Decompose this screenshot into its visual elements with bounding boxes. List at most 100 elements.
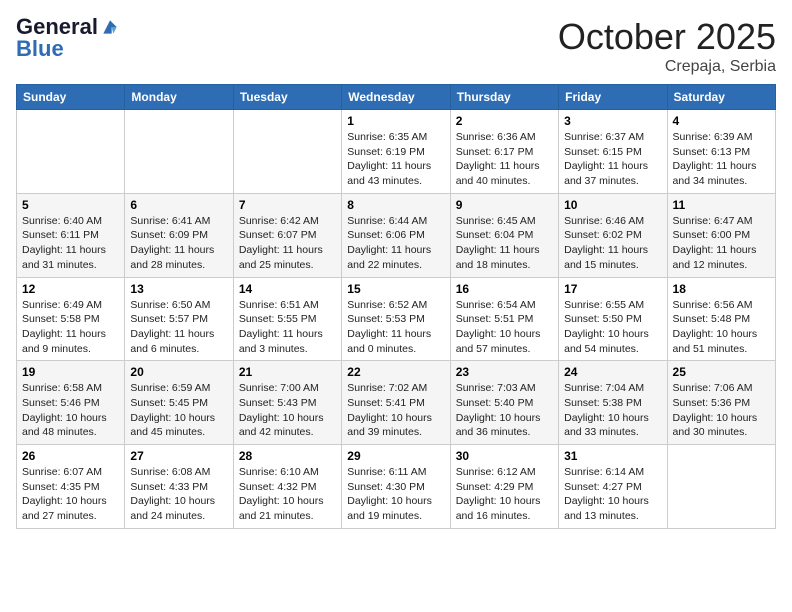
day-info: Sunrise: 6:58 AMSunset: 5:46 PMDaylight:… [22,381,119,440]
day-info: Sunrise: 6:12 AMSunset: 4:29 PMDaylight:… [456,465,553,524]
calendar-cell: 10 Sunrise: 6:46 AMSunset: 6:02 PMDayligh… [559,193,667,277]
calendar-cell: 12 Sunrise: 6:49 AMSunset: 5:58 PMDayligh… [17,277,125,361]
day-info: Sunrise: 6:56 AMSunset: 5:48 PMDaylight:… [673,298,770,357]
day-info: Sunrise: 6:42 AMSunset: 6:07 PMDaylight:… [239,214,336,273]
calendar-body: 1 Sunrise: 6:35 AMSunset: 6:19 PMDaylight… [17,110,776,529]
day-info: Sunrise: 7:03 AMSunset: 5:40 PMDaylight:… [456,381,553,440]
calendar-cell [125,110,233,194]
calendar-week-1: 1 Sunrise: 6:35 AMSunset: 6:19 PMDaylight… [17,110,776,194]
logo-text-blue: Blue [16,38,64,60]
calendar-cell: 29 Sunrise: 6:11 AMSunset: 4:30 PMDayligh… [342,445,450,529]
weekday-header-monday: Monday [125,85,233,110]
calendar-cell: 22Sunrise: 7:02 AMSunset: 5:41 PMDayligh… [342,361,450,445]
calendar-cell: 19Sunrise: 6:58 AMSunset: 5:46 PMDayligh… [17,361,125,445]
calendar-cell: 3 Sunrise: 6:37 AMSunset: 6:15 PMDaylight… [559,110,667,194]
day-info: Sunrise: 6:59 AMSunset: 5:45 PMDaylight:… [130,381,227,440]
calendar-cell [17,110,125,194]
day-number: 14 [239,282,336,296]
calendar-cell [667,445,775,529]
day-number: 31 [564,449,661,463]
day-info: Sunrise: 6:37 AMSunset: 6:15 PMDaylight:… [564,130,661,189]
day-info: Sunrise: 7:04 AMSunset: 5:38 PMDaylight:… [564,381,661,440]
calendar-cell: 2Sunrise: 6:36 AMSunset: 6:17 PMDaylight… [450,110,558,194]
calendar-cell: 5 Sunrise: 6:40 AMSunset: 6:11 PMDaylight… [17,193,125,277]
calendar-cell: 13Sunrise: 6:50 AMSunset: 5:57 PMDayligh… [125,277,233,361]
day-number: 7 [239,198,336,212]
weekday-header-wednesday: Wednesday [342,85,450,110]
calendar-cell: 14 Sunrise: 6:51 AMSunset: 5:55 PMDayligh… [233,277,341,361]
day-info: Sunrise: 7:02 AMSunset: 5:41 PMDaylight:… [347,381,444,440]
day-info: Sunrise: 6:55 AMSunset: 5:50 PMDaylight:… [564,298,661,357]
month-title: October 2025 [558,16,776,58]
day-number: 1 [347,114,444,128]
logo-icon [100,17,120,37]
calendar-cell: 6 Sunrise: 6:41 AMSunset: 6:09 PMDaylight… [125,193,233,277]
weekday-header-saturday: Saturday [667,85,775,110]
day-number: 23 [456,365,553,379]
day-info: Sunrise: 6:39 AMSunset: 6:13 PMDaylight:… [673,130,770,189]
day-number: 16 [456,282,553,296]
day-number: 3 [564,114,661,128]
calendar-cell: 4 Sunrise: 6:39 AMSunset: 6:13 PMDaylight… [667,110,775,194]
day-info: Sunrise: 6:46 AMSunset: 6:02 PMDaylight:… [564,214,661,273]
logo-text-general: General [16,16,98,38]
day-number: 21 [239,365,336,379]
day-info: Sunrise: 6:08 AMSunset: 4:33 PMDaylight:… [130,465,227,524]
day-info: Sunrise: 6:07 AMSunset: 4:35 PMDaylight:… [22,465,119,524]
location: Crepaja, Serbia [558,58,776,76]
day-number: 5 [22,198,119,212]
day-number: 2 [456,114,553,128]
calendar-cell [233,110,341,194]
logo: General Blue [16,16,120,60]
calendar-header-row: SundayMondayTuesdayWednesdayThursdayFrid… [17,85,776,110]
day-info: Sunrise: 6:51 AMSunset: 5:55 PMDaylight:… [239,298,336,357]
calendar-cell: 1 Sunrise: 6:35 AMSunset: 6:19 PMDaylight… [342,110,450,194]
weekday-header-tuesday: Tuesday [233,85,341,110]
day-number: 4 [673,114,770,128]
day-info: Sunrise: 6:50 AMSunset: 5:57 PMDaylight:… [130,298,227,357]
calendar-cell: 20Sunrise: 6:59 AMSunset: 5:45 PMDayligh… [125,361,233,445]
weekday-header-thursday: Thursday [450,85,558,110]
day-number: 29 [347,449,444,463]
day-info: Sunrise: 6:54 AMSunset: 5:51 PMDaylight:… [456,298,553,357]
day-number: 18 [673,282,770,296]
day-number: 27 [130,449,227,463]
calendar-cell: 26Sunrise: 6:07 AMSunset: 4:35 PMDayligh… [17,445,125,529]
day-number: 9 [456,198,553,212]
day-number: 8 [347,198,444,212]
day-info: Sunrise: 7:06 AMSunset: 5:36 PMDaylight:… [673,381,770,440]
day-info: Sunrise: 6:35 AMSunset: 6:19 PMDaylight:… [347,130,444,189]
day-number: 17 [564,282,661,296]
calendar-cell: 31 Sunrise: 6:14 AMSunset: 4:27 PMDayligh… [559,445,667,529]
day-number: 11 [673,198,770,212]
day-info: Sunrise: 6:40 AMSunset: 6:11 PMDaylight:… [22,214,119,273]
calendar-cell: 28 Sunrise: 6:10 AMSunset: 4:32 PMDayligh… [233,445,341,529]
title-area: October 2025 Crepaja, Serbia [558,16,776,76]
day-number: 12 [22,282,119,296]
calendar-cell: 15Sunrise: 6:52 AMSunset: 5:53 PMDayligh… [342,277,450,361]
day-number: 25 [673,365,770,379]
day-info: Sunrise: 6:47 AMSunset: 6:00 PMDaylight:… [673,214,770,273]
day-number: 28 [239,449,336,463]
day-info: Sunrise: 6:45 AMSunset: 6:04 PMDaylight:… [456,214,553,273]
calendar-cell: 9 Sunrise: 6:45 AMSunset: 6:04 PMDaylight… [450,193,558,277]
calendar-cell: 21Sunrise: 7:00 AMSunset: 5:43 PMDayligh… [233,361,341,445]
day-info: Sunrise: 6:14 AMSunset: 4:27 PMDaylight:… [564,465,661,524]
calendar-cell: 24Sunrise: 7:04 AMSunset: 5:38 PMDayligh… [559,361,667,445]
calendar-cell: 23 Sunrise: 7:03 AMSunset: 5:40 PMDayligh… [450,361,558,445]
day-info: Sunrise: 6:10 AMSunset: 4:32 PMDaylight:… [239,465,336,524]
calendar-week-5: 26Sunrise: 6:07 AMSunset: 4:35 PMDayligh… [17,445,776,529]
calendar-cell: 16 Sunrise: 6:54 AMSunset: 5:51 PMDayligh… [450,277,558,361]
calendar-week-3: 12 Sunrise: 6:49 AMSunset: 5:58 PMDayligh… [17,277,776,361]
day-info: Sunrise: 6:11 AMSunset: 4:30 PMDaylight:… [347,465,444,524]
day-number: 10 [564,198,661,212]
calendar: SundayMondayTuesdayWednesdayThursdayFrid… [16,84,776,529]
header: General Blue October 2025 Crepaja, Serbi… [16,16,776,76]
day-number: 6 [130,198,227,212]
calendar-cell: 17 Sunrise: 6:55 AMSunset: 5:50 PMDayligh… [559,277,667,361]
day-info: Sunrise: 6:49 AMSunset: 5:58 PMDaylight:… [22,298,119,357]
day-info: Sunrise: 6:41 AMSunset: 6:09 PMDaylight:… [130,214,227,273]
weekday-header-sunday: Sunday [17,85,125,110]
calendar-cell: 30Sunrise: 6:12 AMSunset: 4:29 PMDayligh… [450,445,558,529]
calendar-cell: 7 Sunrise: 6:42 AMSunset: 6:07 PMDaylight… [233,193,341,277]
